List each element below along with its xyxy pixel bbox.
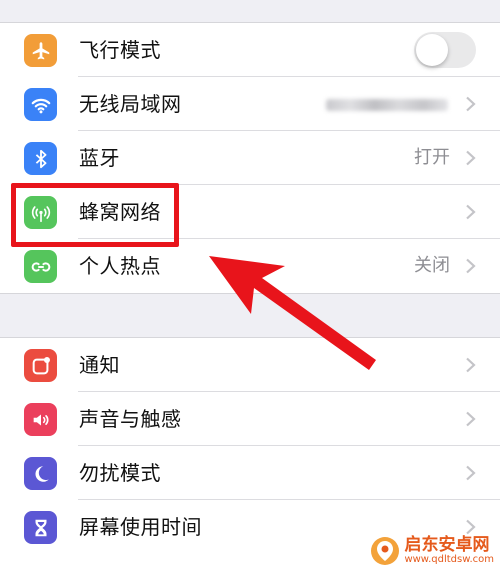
- chevron-right-icon: [465, 258, 476, 274]
- wifi-network-name-blurred: [326, 99, 448, 111]
- watermark-text: 启东安卓网 www.qdltdsw.com: [404, 536, 494, 566]
- row-label: 飞行模式: [79, 38, 161, 62]
- bluetooth-icon: [24, 142, 57, 175]
- watermark-logo-icon: [371, 537, 400, 565]
- hourglass-icon: [24, 511, 57, 544]
- chevron-right-icon: [465, 519, 476, 535]
- row-label: 蓝牙: [79, 146, 120, 170]
- wifi-icon: [24, 88, 57, 121]
- row-notifications[interactable]: 通知: [0, 338, 500, 392]
- row-label: 通知: [79, 353, 120, 377]
- notifications-icon: [24, 349, 57, 382]
- airplane-icon: [24, 34, 57, 67]
- row-airplane-mode[interactable]: 飞行模式: [0, 23, 500, 77]
- row-wifi[interactable]: 无线局域网: [0, 77, 500, 131]
- watermark-url: www.qdltdsw.com: [404, 554, 494, 565]
- row-label: 屏幕使用时间: [79, 515, 202, 539]
- chevron-right-icon: [465, 465, 476, 481]
- chevron-right-icon: [465, 96, 476, 112]
- watermark-name: 启东安卓网: [404, 535, 490, 555]
- row-bluetooth[interactable]: 蓝牙 打开: [0, 131, 500, 185]
- row-label: 个人热点: [79, 254, 161, 278]
- chevron-right-icon: [465, 411, 476, 427]
- row-label: 声音与触感: [79, 407, 182, 431]
- bluetooth-status: 打开: [414, 147, 450, 168]
- speaker-icon: [24, 403, 57, 436]
- hotspot-icon: [24, 250, 57, 283]
- row-label: 勿扰模式: [79, 461, 161, 485]
- chevron-right-icon: [465, 357, 476, 373]
- chevron-right-icon: [465, 150, 476, 166]
- row-sounds-haptics[interactable]: 声音与触感: [0, 392, 500, 446]
- watermark: 启东安卓网 www.qdltdsw.com: [370, 536, 494, 566]
- airplane-mode-toggle[interactable]: [414, 32, 476, 68]
- chevron-right-icon: [465, 204, 476, 220]
- row-label: 无线局域网: [79, 92, 182, 116]
- row-do-not-disturb[interactable]: 勿扰模式: [0, 446, 500, 500]
- settings-group-connectivity: 飞行模式 无线局域网 蓝牙 打开 蜂窝网络 个人热点 关闭: [0, 22, 500, 294]
- row-personal-hotspot[interactable]: 个人热点 关闭: [0, 239, 500, 293]
- moon-icon: [24, 457, 57, 490]
- toggle-knob: [416, 34, 448, 66]
- annotation-highlight-box: [11, 183, 179, 247]
- hotspot-status: 关闭: [414, 255, 450, 276]
